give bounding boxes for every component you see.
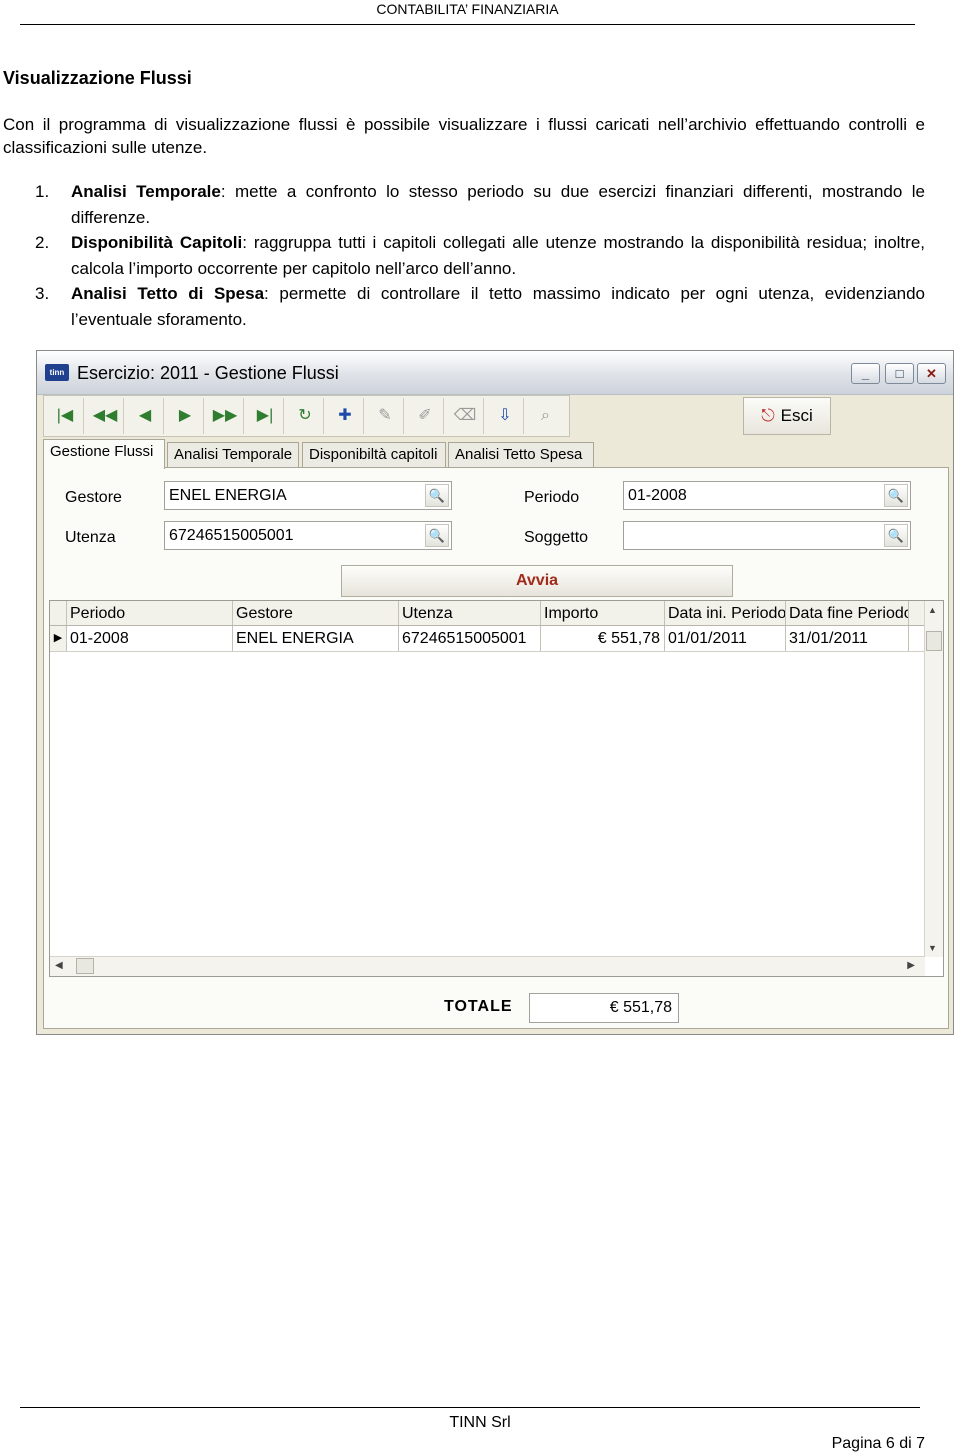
tab-analisi-tetto-spesa[interactable]: Analisi Tetto Spesa bbox=[448, 442, 594, 468]
esci-button[interactable]: ⎋ Esci bbox=[743, 397, 831, 435]
scroll-down-icon[interactable]: ▼ bbox=[928, 943, 937, 953]
app-logo: tinn bbox=[45, 364, 69, 381]
footer-company: TINN Srl bbox=[449, 1414, 511, 1431]
gestore-label: Gestore bbox=[65, 489, 122, 506]
cell-data-fine[interactable]: 31/01/2011 bbox=[786, 626, 909, 651]
new-record-icon[interactable]: ✚ bbox=[327, 398, 364, 434]
last-record-icon[interactable]: ▶| bbox=[247, 398, 284, 434]
vertical-scrollbar[interactable]: ▲ ▼ bbox=[924, 601, 943, 957]
current-row-indicator-icon: ▶ bbox=[50, 626, 67, 651]
window-titlebar: tinn Esercizio: 2011 - Gestione Flussi _… bbox=[37, 351, 953, 395]
page-header: CONTABILITA’ FINANZIARIA bbox=[20, 0, 915, 25]
column-header-data-fine[interactable]: Data fine Periodo bbox=[786, 601, 909, 625]
toolbar: |◀ ◀◀ ◀ ▶ ▶▶ ▶| ↻ ✚ ✎ ✐ ⌫ ⇩ ⌕ ⎋ Esci bbox=[43, 395, 949, 437]
delete-record-icon[interactable]: ✐ bbox=[407, 398, 444, 434]
utenza-search-icon[interactable]: 🔍 bbox=[425, 524, 449, 547]
page-header-title: CONTABILITA’ FINANZIARIA bbox=[376, 1, 559, 17]
soggetto-field[interactable]: 🔍 bbox=[623, 521, 911, 550]
table-row[interactable]: ▶ 01-2008 ENEL ENERGIA 67246515005001 € … bbox=[50, 626, 925, 652]
feature-list: 1. Analisi Temporale: mette a confronto l… bbox=[35, 179, 925, 332]
search-icon[interactable]: ⌕ bbox=[527, 398, 564, 434]
page-number: Pagina 6 di 7 bbox=[831, 1435, 925, 1452]
gestore-field[interactable]: ENEL ENERGIA 🔍 bbox=[164, 481, 452, 510]
cancel-icon[interactable]: ⌫ bbox=[447, 398, 484, 434]
exit-icon: ⎋ bbox=[761, 406, 775, 425]
tab-panel-gestione-flussi: Gestore ENEL ENERGIA 🔍 Periodo 01-2008 🔍… bbox=[43, 467, 949, 1029]
maximize-button[interactable]: □ bbox=[885, 363, 914, 384]
scroll-up-icon[interactable]: ▲ bbox=[928, 605, 937, 615]
periodo-field[interactable]: 01-2008 🔍 bbox=[623, 481, 911, 510]
cell-importo[interactable]: € 551,78 bbox=[541, 626, 665, 651]
grid-header: Periodo Gestore Utenza Importo Data ini.… bbox=[50, 601, 925, 626]
scroll-left-icon[interactable]: ◀ bbox=[55, 960, 63, 971]
tab-gestione-flussi[interactable]: Gestione Flussi bbox=[43, 439, 165, 469]
next-record-icon[interactable]: ▶ bbox=[167, 398, 204, 434]
tab-analisi-temporale[interactable]: Analisi Temporale bbox=[167, 442, 299, 468]
close-button[interactable]: ✕ bbox=[917, 363, 946, 384]
grid-corner bbox=[50, 601, 67, 625]
vertical-scroll-thumb[interactable] bbox=[926, 631, 942, 651]
app-window-screenshot: tinn Esercizio: 2011 - Gestione Flussi _… bbox=[36, 350, 954, 1035]
cell-gestore[interactable]: ENEL ENERGIA bbox=[233, 626, 399, 651]
list-item-term: Disponibilità Capitoli bbox=[71, 233, 243, 252]
column-header-gestore[interactable]: Gestore bbox=[233, 601, 399, 625]
intro-paragraph: Con il programma di visualizzazione flus… bbox=[3, 115, 925, 157]
scroll-right-icon[interactable]: ▶ bbox=[907, 960, 915, 971]
edit-record-icon[interactable]: ✎ bbox=[367, 398, 404, 434]
totale-field: € 551,78 bbox=[529, 993, 679, 1023]
totale-label: TOTALE bbox=[444, 998, 513, 1015]
results-grid: Periodo Gestore Utenza Importo Data ini.… bbox=[49, 600, 944, 977]
next-page-icon[interactable]: ▶▶ bbox=[207, 398, 244, 434]
soggetto-search-icon[interactable]: 🔍 bbox=[884, 524, 908, 547]
list-item: 3. Analisi Tetto di Spesa: permette di co… bbox=[35, 284, 925, 329]
utenza-label: Utenza bbox=[65, 529, 116, 546]
tab-disponibilita-capitoli[interactable]: Disponibiltà capitoli bbox=[302, 442, 446, 468]
minimize-button[interactable]: _ bbox=[851, 363, 880, 384]
periodo-search-icon[interactable]: 🔍 bbox=[884, 484, 908, 507]
periodo-label: Periodo bbox=[524, 489, 580, 506]
column-header-utenza[interactable]: Utenza bbox=[399, 601, 541, 625]
column-header-data-ini[interactable]: Data ini. Periodo bbox=[665, 601, 786, 625]
list-item: 2. Disponibilità Capitoli: raggruppa tutt… bbox=[35, 233, 925, 278]
import-icon[interactable]: ⇩ bbox=[487, 398, 524, 434]
previous-record-icon[interactable]: ◀ bbox=[127, 398, 164, 434]
first-record-icon[interactable]: |◀ bbox=[47, 398, 84, 434]
footer-divider bbox=[20, 1407, 920, 1408]
section-title: Visualizzazione Flussi bbox=[3, 68, 192, 88]
gestore-search-icon[interactable]: 🔍 bbox=[425, 484, 449, 507]
cell-utenza[interactable]: 67246515005001 bbox=[399, 626, 541, 651]
cell-periodo[interactable]: 01-2008 bbox=[67, 626, 233, 651]
cell-data-ini[interactable]: 01/01/2011 bbox=[665, 626, 786, 651]
horizontal-scroll-thumb[interactable] bbox=[76, 958, 94, 974]
previous-page-icon[interactable]: ◀◀ bbox=[87, 398, 124, 434]
soggetto-label: Soggetto bbox=[524, 529, 589, 546]
window-title: Esercizio: 2011 - Gestione Flussi bbox=[77, 363, 339, 383]
toolbar-nav-group: |◀ ◀◀ ◀ ▶ ▶▶ ▶| ↻ ✚ ✎ ✐ ⌫ ⇩ ⌕ bbox=[43, 395, 570, 437]
avvia-button[interactable]: Avvia bbox=[341, 565, 733, 597]
list-item-term: Analisi Tetto di Spesa bbox=[71, 284, 265, 303]
list-item: 1. Analisi Temporale: mette a confronto l… bbox=[35, 182, 925, 227]
horizontal-scrollbar[interactable]: ◀ ▶ bbox=[50, 956, 925, 976]
column-header-importo[interactable]: Importo bbox=[541, 601, 665, 625]
refresh-icon[interactable]: ↻ bbox=[287, 398, 324, 434]
column-header-periodo[interactable]: Periodo bbox=[67, 601, 233, 625]
utenza-field[interactable]: 67246515005001 🔍 bbox=[164, 521, 452, 550]
list-item-term: Analisi Temporale bbox=[71, 182, 221, 201]
